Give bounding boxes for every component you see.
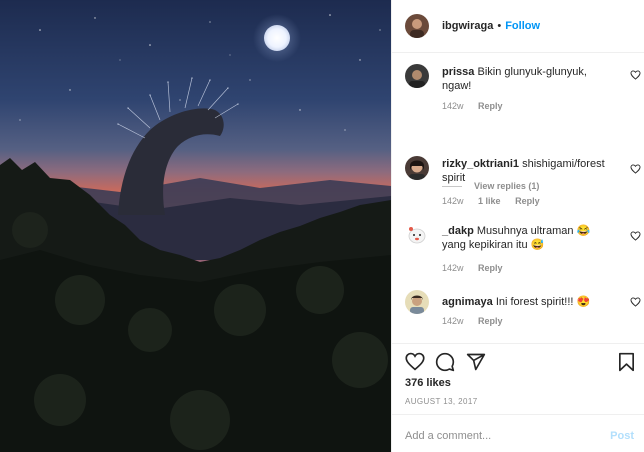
comment-username[interactable]: agnimaya: [442, 296, 493, 308]
comment-meta: 142w Reply: [442, 101, 515, 111]
reply-button[interactable]: Reply: [478, 263, 503, 273]
post-date[interactable]: AUGUST 13, 2017: [405, 397, 478, 406]
likes-count[interactable]: 376 likes: [405, 377, 451, 389]
reply-button[interactable]: Reply: [478, 316, 503, 326]
follow-button[interactable]: Follow: [505, 20, 540, 32]
post-actions: 376 likes AUGUST 13, 2017: [392, 343, 644, 406]
post-photo[interactable]: [0, 0, 391, 452]
author-avatar[interactable]: [405, 14, 429, 38]
commenter-avatar[interactable]: [405, 290, 429, 314]
commenter-avatar[interactable]: [405, 64, 429, 88]
action-icons: [405, 352, 635, 374]
commenter-avatar[interactable]: [405, 223, 429, 247]
comment-age[interactable]: 142w: [442, 316, 464, 326]
comment-text: prissa Bikin glunyuk-glunyuk, ngaw!: [442, 65, 617, 93]
comment-text: _dakp Musuhnya ultraman 😂 yang kepikiran…: [442, 224, 617, 252]
comment-like-icon[interactable]: [630, 70, 641, 80]
comment-age[interactable]: 142w: [442, 263, 464, 273]
post-header: ibgwiraga • Follow: [392, 0, 644, 53]
comment-text: rizky_oktriani1 shishigami/forest spirit: [442, 157, 617, 185]
comment-meta: 142w Reply: [442, 263, 515, 273]
comment-age[interactable]: 142w: [442, 101, 464, 111]
comment-meta: 142w 1 like Reply: [442, 196, 552, 206]
comment-body: Ini forest spirit!!! 😍: [495, 296, 591, 308]
comment-like-icon[interactable]: [630, 231, 641, 241]
comment-username[interactable]: _dakp: [442, 225, 474, 237]
post-side-panel: ibgwiraga • Follow prissa Bikin glunyuk-…: [391, 0, 644, 452]
heart-icon[interactable]: [405, 352, 425, 371]
comment-like-icon[interactable]: [630, 164, 641, 174]
forest-spirit-image: [0, 0, 391, 452]
reply-button[interactable]: Reply: [515, 196, 540, 206]
view-replies-line: [442, 185, 462, 187]
comment-text: agnimaya Ini forest spirit!!! 😍: [442, 295, 617, 309]
comment-like-icon[interactable]: [630, 297, 641, 307]
comment-meta: 142w Reply: [442, 316, 515, 326]
instagram-post: ibgwiraga • Follow prissa Bikin glunyuk-…: [0, 0, 644, 452]
commenter-avatar[interactable]: [405, 156, 429, 180]
add-comment-bar: Add a comment... Post: [392, 414, 644, 452]
comments-list[interactable]: prissa Bikin glunyuk-glunyuk, ngaw! 142w…: [392, 54, 644, 344]
comment-icon[interactable]: [435, 352, 455, 372]
moon: [264, 25, 290, 51]
post-comment-button[interactable]: Post: [610, 430, 634, 442]
add-comment-input[interactable]: Add a comment...: [405, 430, 491, 442]
author-username[interactable]: ibgwiraga: [442, 20, 493, 32]
comment-likes-count[interactable]: 1 like: [478, 196, 501, 206]
bookmark-icon[interactable]: [618, 352, 635, 372]
share-icon[interactable]: [466, 352, 486, 372]
comment-age[interactable]: 142w: [442, 196, 464, 206]
comment-username[interactable]: prissa: [442, 66, 474, 78]
header-separator: •: [497, 20, 502, 32]
reply-button[interactable]: Reply: [478, 101, 503, 111]
comment-username[interactable]: rizky_oktriani1: [442, 158, 519, 170]
